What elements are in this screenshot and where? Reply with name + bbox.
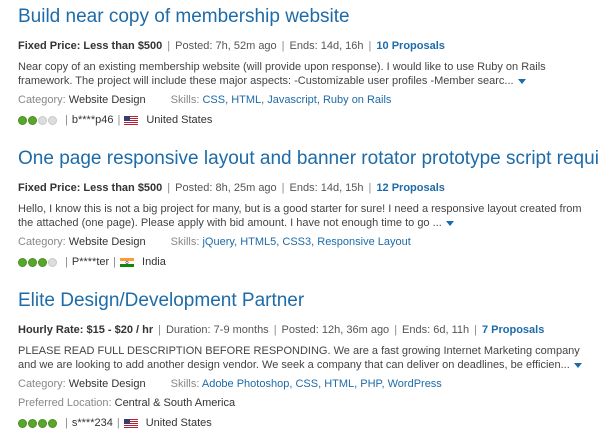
rating-dot-empty-icon (38, 115, 47, 125)
job-title-link[interactable]: Elite Design/Development Partner (18, 290, 600, 312)
skill-link[interactable]: CSS (202, 94, 225, 106)
skills-label: Skills: (170, 378, 200, 390)
us-flag-icon (124, 115, 139, 125)
job-description: Hello, I know this is not a big project … (18, 202, 590, 230)
client-row: | P****ter | India (18, 255, 600, 269)
posted-time: Posted: 7h, 52m ago (175, 40, 277, 52)
category-value: Website Design (68, 94, 146, 106)
ends-time: Ends: 14d, 16h (289, 40, 364, 52)
description-text: PLEASE READ FULL DESCRIPTION BEFORE RESP… (18, 345, 580, 371)
skills-label: Skills: (170, 94, 200, 106)
job-listing: Build near copy of membership website Fi… (0, 0, 600, 127)
expand-caret-icon[interactable] (573, 362, 582, 368)
category-label: Category: (18, 378, 66, 390)
job-description: Near copy of an existing membership webs… (18, 60, 590, 88)
posted-time: Posted: 12h, 36m ago (281, 324, 390, 336)
client-country: United States (145, 417, 212, 429)
client-rating (18, 115, 57, 125)
category-skills-row: Category: Website Design Skills: CSS, HT… (18, 94, 392, 106)
rating-dot-empty-icon (48, 115, 57, 125)
posted-time: Posted: 8h, 25m ago (175, 182, 277, 194)
rating-dot-filled-icon (48, 418, 57, 428)
job-title-link[interactable]: Build near copy of membership website (18, 6, 600, 28)
rating-dot-filled-icon (28, 257, 37, 267)
category-skills-row: Category: Website Design Skills: jQuery,… (18, 236, 411, 248)
client-country: United States (146, 114, 213, 126)
client-username: s****234 (71, 417, 113, 429)
client-row: | b****p46 | United States (18, 113, 600, 127)
rating-dot-filled-icon (18, 418, 27, 428)
skill-link[interactable]: HTML (231, 94, 261, 106)
preferred-location-label: Preferred Location: (18, 397, 112, 409)
expand-caret-icon[interactable] (517, 78, 526, 84)
job-type: Fixed Price: Less than $500 (18, 182, 163, 194)
skills-label: Skills: (170, 236, 200, 248)
job-meta: Fixed Price: Less than $500 | Posted: 7h, … (18, 40, 445, 52)
category-label: Category: (18, 94, 66, 106)
skill-link[interactable]: Responsive Layout (317, 236, 411, 248)
skill-link[interactable]: CSS3 (282, 236, 311, 248)
skill-link[interactable]: PHP (360, 378, 381, 390)
description-text: Near copy of an existing membership webs… (18, 61, 546, 87)
rating-dot-filled-icon (28, 418, 37, 428)
proposals-link[interactable]: 7 Proposals (482, 324, 544, 336)
india-flag-icon (120, 257, 135, 267)
category-value: Website Design (68, 236, 146, 248)
preferred-location-value: Central & South America (114, 397, 236, 409)
skill-link[interactable]: Ruby on Rails (323, 94, 391, 106)
proposals-link[interactable]: 12 Proposals (376, 182, 444, 194)
description-text: Hello, I know this is not a big project … (18, 203, 582, 229)
job-title-link[interactable]: One page responsive layout and banner ro… (18, 148, 600, 170)
skill-link[interactable]: jQuery (202, 236, 234, 248)
category-value: Website Design (68, 378, 146, 390)
job-type: Hourly Rate: $15 - $20 / hr (18, 324, 154, 336)
category-skills-row: Category: Website Design Skills: Adobe P… (18, 378, 442, 390)
ends-time: Ends: 14d, 15h (289, 182, 364, 194)
client-rating (18, 257, 57, 267)
proposals-link[interactable]: 10 Proposals (376, 40, 444, 52)
skill-link[interactable]: CSS (295, 378, 318, 390)
skill-link[interactable]: HTML5 (240, 236, 276, 248)
client-row: | s****234 | United States (18, 416, 600, 430)
client-country: India (142, 256, 166, 268)
skill-link[interactable]: WordPress (388, 378, 442, 390)
rating-dot-filled-icon (18, 115, 27, 125)
rating-dot-filled-icon (28, 115, 37, 125)
duration: Duration: 7-9 months (165, 324, 269, 336)
client-username: b****p46 (71, 114, 114, 126)
job-listing: Elite Design/Development Partner Hourly … (0, 269, 600, 430)
category-label: Category: (18, 236, 66, 248)
job-type: Fixed Price: Less than $500 (18, 40, 163, 52)
preferred-location-row: Preferred Location: Central & South Amer… (18, 396, 600, 410)
job-description: PLEASE READ FULL DESCRIPTION BEFORE RESP… (18, 344, 590, 372)
rating-dot-empty-icon (48, 257, 57, 267)
rating-dot-filled-icon (38, 418, 47, 428)
skill-link[interactable]: Javascript (267, 94, 317, 106)
job-meta: Fixed Price: Less than $500 | Posted: 8h, … (18, 182, 445, 194)
rating-dot-filled-icon (18, 257, 27, 267)
expand-caret-icon[interactable] (445, 220, 454, 226)
job-listing: One page responsive layout and banner ro… (0, 127, 600, 269)
rating-dot-filled-icon (38, 257, 47, 267)
ends-time: Ends: 6d, 11h (402, 324, 470, 336)
job-meta: Hourly Rate: $15 - $20 / hr | Duration: 7-… (18, 324, 545, 336)
client-username: P****ter (71, 256, 110, 268)
us-flag-icon (123, 418, 138, 428)
client-rating (18, 418, 57, 428)
skill-link[interactable]: HTML (324, 378, 354, 390)
skill-link[interactable]: Adobe Photoshop (202, 378, 289, 390)
